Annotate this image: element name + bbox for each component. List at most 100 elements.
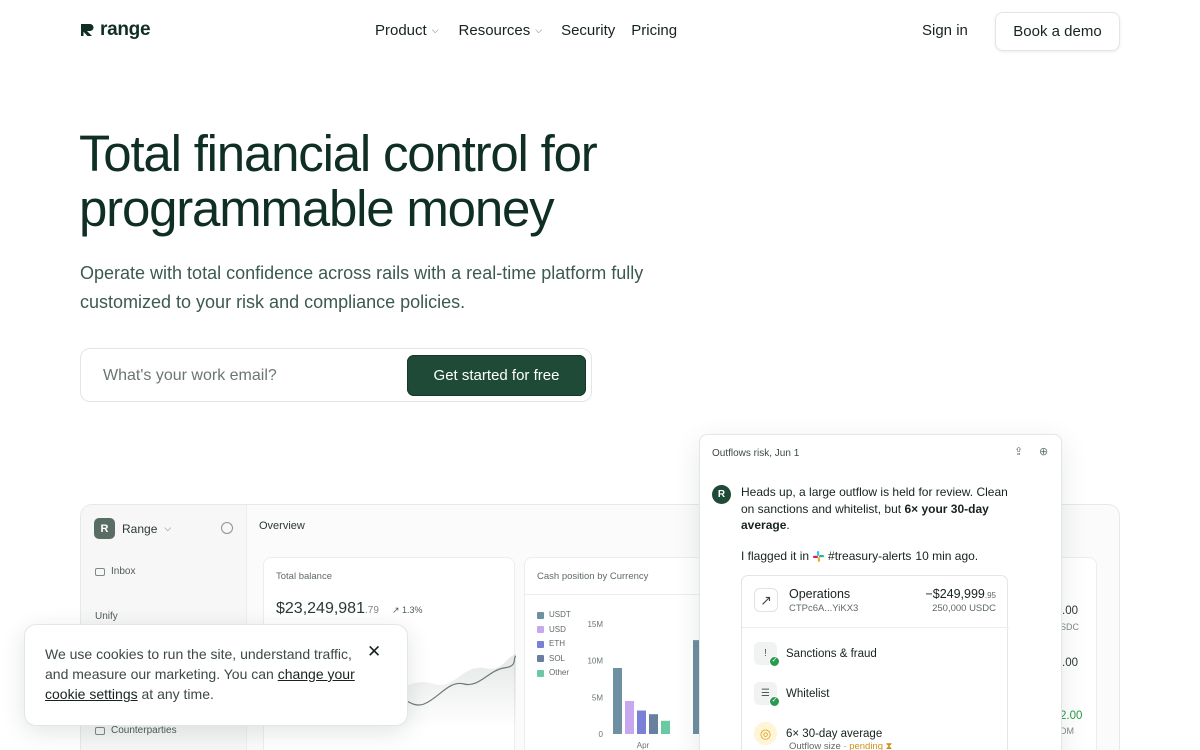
cookie-banner: We use cookies to run the site, understa… — [24, 624, 408, 726]
legend-label: Other — [549, 668, 570, 677]
get-started-button[interactable]: Get started for free — [407, 355, 586, 396]
operation-token-amount: 250,000 USDC — [932, 603, 996, 614]
checkmark-icon: ✓ — [769, 696, 780, 707]
card-label: Total balance — [276, 571, 332, 582]
sidebar-item-counterparties[interactable]: Counterparties — [95, 725, 177, 736]
sidebar-item-inbox[interactable]: Inbox — [95, 566, 135, 577]
alert-check-icon: ! ✓ — [754, 642, 780, 667]
card-label: Cash position by Currency — [537, 571, 649, 582]
legend-swatch — [537, 626, 544, 634]
nav-security-label: Security — [561, 22, 616, 39]
check-sanctions: ! ✓ Sanctions & fraud — [754, 642, 877, 667]
sidebar-section-label: Unify — [95, 611, 118, 622]
slack-icon — [813, 550, 825, 562]
nav-product-label: Product — [375, 22, 427, 39]
flagged-operation-card: ↗ Operations CTPc6A...YiKX3 −$249,999.95… — [741, 575, 1009, 750]
outflow-status: pending — [849, 741, 883, 750]
check-label: 6× 30-day average — [786, 727, 883, 740]
cash-legend: USDT USD ETH SOL Other — [537, 608, 571, 681]
balance-amount: $23,249,981.79 — [276, 600, 379, 618]
pending-icon: ◎ — [754, 722, 777, 745]
hero-title: Total financial control for programmable… — [79, 125, 598, 237]
nav-product[interactable]: Product ⌵ — [375, 22, 439, 39]
check-whitelist: ☰ ✓ Whitelist — [754, 682, 830, 707]
cash-bar — [625, 701, 634, 734]
work-email-input[interactable] — [103, 364, 393, 388]
outflow-size: Outflow size · pending ⧗ — [789, 741, 892, 750]
range-logo-icon — [81, 24, 94, 36]
balance-cents: .79 — [364, 605, 379, 616]
y-tick-label: 5M — [592, 693, 603, 702]
nav-pricing[interactable]: Pricing — [631, 22, 677, 39]
operation-id: CTPc6A...YiKX3 — [789, 603, 859, 614]
add-icon[interactable]: ⊕ — [1039, 447, 1050, 458]
legend-swatch — [537, 669, 544, 677]
cash-bar — [613, 668, 622, 734]
panel-title: Outflows risk, Jun 1 — [712, 448, 800, 459]
legend-item: SOL — [537, 652, 571, 667]
right-value-sub: SDC — [1060, 622, 1080, 632]
nav-resources[interactable]: Resources ⌵ — [459, 22, 543, 39]
operation-row[interactable]: ↗ Operations CTPc6A...YiKX3 −$249,999.95… — [742, 576, 1009, 628]
cookie-text: We use cookies to run the site, understa… — [45, 644, 355, 704]
panel-actions: ⇪ ⊕ — [1014, 447, 1050, 458]
legend-item: Other — [537, 666, 571, 681]
legend-label: USD — [549, 624, 566, 634]
flag-suffix: 10 min ago. — [915, 549, 979, 563]
legend-item: USDT — [537, 608, 571, 623]
flag-message: I flagged it in #treasury-alerts 10 min … — [741, 549, 978, 563]
check-label: Whitelist — [786, 687, 830, 700]
arrow-up-right-icon: ↗ — [754, 588, 778, 612]
x-tick-label: Apr — [637, 741, 650, 750]
legend-label: SOL — [549, 653, 566, 663]
balance-dollars: $23,249,981 — [276, 600, 365, 617]
right-value-sub: DM — [1060, 726, 1074, 736]
alert-message: Heads up, a large outflow is held for re… — [741, 484, 1011, 534]
outflows-risk-panel: Outflows risk, Jun 1 ⇪ ⊕ R Heads up, a l… — [699, 434, 1062, 750]
operation-amount-cents: .95 — [984, 591, 996, 600]
cash-bar — [649, 714, 658, 734]
chevron-down-icon: ⌵ — [431, 25, 439, 35]
sidebar-item-label: Inbox — [111, 566, 136, 577]
workspace-name: Range — [122, 521, 158, 536]
cash-bar — [637, 710, 646, 734]
y-tick-label: 10M — [587, 657, 603, 666]
inbox-icon — [95, 567, 105, 576]
share-icon[interactable]: ⇪ — [1014, 447, 1025, 458]
list-check-icon: ☰ ✓ — [754, 682, 780, 707]
primary-nav: Product ⌵ Resources ⌵ Security Pricing — [375, 22, 677, 39]
nav-resources-label: Resources — [458, 22, 531, 39]
chevron-down-icon: ⌵ — [535, 25, 543, 35]
legend-label: USDT — [549, 610, 571, 619]
operation-amount-dollars: −$249,999 — [925, 587, 985, 601]
cookie-suffix: at any time. — [137, 686, 214, 702]
y-tick-label: 0 — [599, 730, 604, 739]
top-nav: range Product ⌵ Resources ⌵ Security Pri… — [0, 0, 1200, 64]
checkmark-icon: ✓ — [769, 656, 780, 667]
workspace-switcher[interactable]: R Range ⌵ — [94, 518, 171, 539]
nav-security[interactable]: Security — [561, 22, 615, 39]
right-value: .00 — [1062, 605, 1078, 617]
brand-logo[interactable]: range — [80, 19, 151, 41]
balance-change: ↗ 1.3% — [392, 605, 423, 615]
nav-pricing-label: Pricing — [631, 22, 678, 39]
sidebar-item-label: Counterparties — [111, 725, 177, 736]
check-label: Sanctions & fraud — [786, 647, 877, 660]
search-icon[interactable] — [221, 522, 233, 534]
legend-item: ETH — [537, 637, 571, 652]
operation-name: Operations — [789, 587, 851, 601]
flag-prefix: I flagged it in — [741, 549, 810, 563]
slack-channel[interactable]: #treasury-alerts — [828, 549, 911, 563]
chevron-down-icon: ⌵ — [164, 523, 172, 533]
legend-item: USD — [537, 623, 571, 638]
book-demo-button[interactable]: Book a demo — [995, 12, 1120, 51]
sign-in-link[interactable]: Sign in — [922, 22, 968, 39]
close-icon[interactable]: ✕ — [367, 643, 381, 660]
dashboard-page-title: Overview — [259, 520, 305, 532]
brand-name: range — [100, 19, 151, 40]
legend-swatch — [537, 640, 544, 648]
workspace-logo-icon: R — [94, 518, 115, 539]
hourglass-icon: ⧗ — [885, 741, 893, 750]
range-avatar-icon: R — [712, 485, 731, 504]
y-tick-label: 15M — [587, 620, 603, 629]
